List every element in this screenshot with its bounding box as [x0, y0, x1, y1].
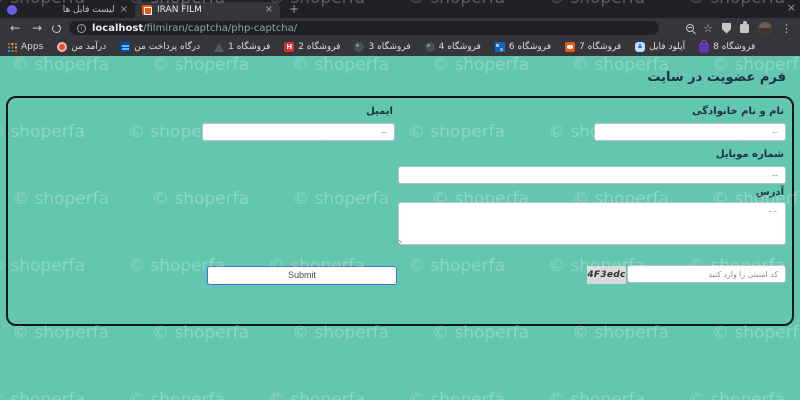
url-host: localhost: [92, 23, 143, 34]
bookmark-store-7[interactable]: فروشگاه 7: [565, 42, 621, 52]
forward-icon[interactable]: →: [30, 22, 44, 34]
orange-logo-icon: [565, 42, 575, 52]
tab-iran-film[interactable]: IRAN FILM ×: [135, 2, 280, 18]
tab-strip: لیست فایل ها × IRAN FILM × + ×: [0, 0, 800, 18]
bookmark-apps[interactable]: Apps: [8, 42, 43, 52]
back-icon[interactable]: ←: [8, 22, 22, 34]
address-bar[interactable]: i localhost/filmiran/captcha/php-captcha…: [69, 21, 659, 35]
shopping-bag-icon: [699, 43, 709, 53]
url-text: localhost/filmiran/captcha/php-captcha/: [92, 23, 297, 34]
extensions-puzzle-icon[interactable]: [740, 24, 749, 33]
bookmark-my-income[interactable]: درآمد من: [57, 42, 106, 52]
site-info-icon[interactable]: i: [77, 24, 86, 33]
bookmark-store-4[interactable]: فروشگاه 4: [425, 42, 481, 52]
tab-favicon: [7, 5, 17, 15]
profile-avatar[interactable]: [758, 21, 772, 35]
new-tab-button[interactable]: +: [286, 2, 302, 18]
bookmark-store-8[interactable]: فروشگاه 8: [699, 41, 755, 53]
menu-dots-icon[interactable]: ⋮: [781, 23, 792, 34]
bookmark-store-3[interactable]: فروشگاه 3: [354, 42, 410, 52]
zoom-icon[interactable]: [686, 24, 694, 32]
h-logo-icon: H: [284, 42, 294, 52]
page-content: فرم عضویت در سایت نام و نام خانوادگی ایم…: [0, 56, 800, 400]
tab-close-icon[interactable]: ×: [265, 5, 273, 15]
shield-extension-icon[interactable]: [722, 23, 731, 34]
url-path: /filmiran/captcha/php-captcha/: [143, 23, 297, 34]
browser-window: لیست فایل ها × IRAN FILM × + × ← → i loc…: [0, 0, 800, 400]
payment-icon: [120, 42, 130, 52]
captcha-field[interactable]: [627, 265, 786, 283]
apps-grid-icon: [8, 43, 17, 52]
registration-form: نام و نام خانوادگی ایمیل شماره موبایل آد…: [6, 96, 794, 326]
email-field[interactable]: [202, 123, 395, 141]
page-title: فرم عضویت در سایت: [647, 70, 786, 85]
tab-close-icon[interactable]: ×: [120, 5, 128, 15]
bookmark-payment-gateway[interactable]: درگاه پرداخت من: [120, 42, 200, 52]
submit-button[interactable]: Submit: [207, 266, 397, 285]
bookmark-star-icon[interactable]: ☆: [703, 23, 713, 34]
email-label: ایمیل: [366, 106, 393, 117]
mobile-field[interactable]: [398, 166, 786, 184]
bookmark-store-6[interactable]: فروشگاه 6: [495, 42, 551, 52]
bookmark-upload-file[interactable]: آپلود فایل: [635, 42, 685, 52]
bookmark-store-2[interactable]: Hفروشگاه 2: [284, 42, 340, 52]
tab-favicon: [142, 5, 152, 15]
reload-icon[interactable]: [52, 24, 61, 33]
tab-title: لیست فایل ها: [22, 5, 115, 15]
window-close-icon[interactable]: ×: [787, 1, 796, 14]
address-field[interactable]: [398, 202, 786, 245]
bookmark-store-1[interactable]: فروشگاه 1: [214, 42, 270, 52]
address-label: آدرس: [756, 187, 784, 198]
globe-icon: [354, 42, 364, 52]
globe-icon: [425, 42, 435, 52]
upload-cloud-icon: [635, 42, 645, 52]
name-field[interactable]: [594, 123, 786, 141]
name-label: نام و نام خانوادگی: [692, 106, 784, 117]
mosaic-icon: [495, 42, 505, 52]
bookmarks-bar: Apps درآمد من درگاه پرداخت من فروشگاه 1 …: [0, 38, 800, 56]
income-icon: [57, 42, 67, 52]
browser-toolbar: ← → i localhost/filmiran/captcha/php-cap…: [0, 18, 800, 38]
mobile-label: شماره موبایل: [716, 149, 784, 160]
tab-file-list[interactable]: لیست فایل ها ×: [0, 2, 135, 18]
captcha-image: 4F3edc: [587, 266, 626, 284]
tab-title: IRAN FILM: [157, 5, 260, 15]
triangle-icon: [214, 43, 224, 52]
